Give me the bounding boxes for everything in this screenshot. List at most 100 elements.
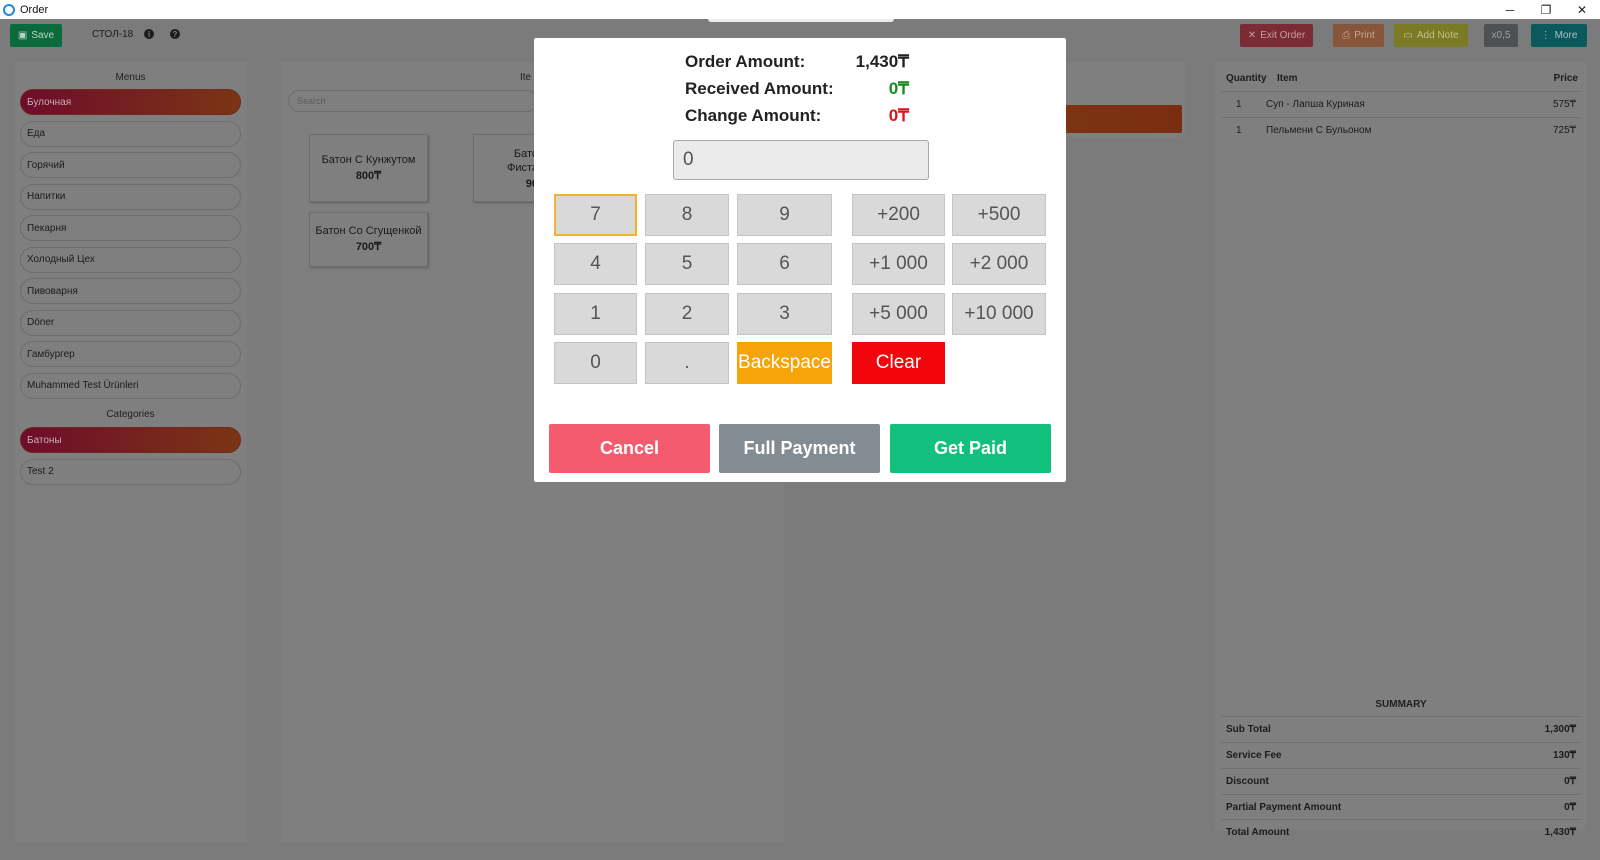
product-name: Бато Фиста: [506, 148, 538, 174]
received-amount-value: 0₸: [888, 79, 909, 98]
summary-value: 1,300₸: [1544, 724, 1576, 735]
print-label: Print: [1354, 30, 1375, 41]
key-2[interactable]: 2: [645, 293, 729, 335]
key-3[interactable]: 3: [737, 293, 832, 335]
summary-label: Total Amount: [1226, 827, 1290, 838]
product-name: Батон С Кунжутом: [321, 154, 416, 166]
add-5000-button[interactable]: +5 000: [852, 293, 945, 335]
order-qty: 1: [1236, 125, 1242, 136]
add-2000-button[interactable]: +2 000: [952, 243, 1046, 285]
zoom-button[interactable]: x0,5: [1484, 24, 1518, 47]
help-icon[interactable]: ?: [170, 29, 180, 39]
add-200-button[interactable]: +200: [852, 194, 945, 236]
payment-modal: Order Amount: 1,430₸ Received Amount: 0₸…: [534, 38, 1066, 482]
x-icon: ✕: [1247, 30, 1257, 41]
more-button[interactable]: ⋮ More: [1531, 24, 1587, 47]
change-amount-value: 0₸: [888, 106, 909, 125]
key-1[interactable]: 1: [554, 293, 637, 335]
app-logo-icon: [3, 3, 15, 16]
price-header: Price: [1553, 73, 1578, 84]
minimize-button[interactable]: ─: [1492, 0, 1528, 19]
category-item[interactable]: Батоны: [20, 427, 241, 453]
summary-label: Sub Total: [1226, 724, 1271, 735]
save-icon: ▣: [17, 30, 28, 41]
exit-order-label: Exit Order: [1260, 30, 1306, 41]
order-row[interactable]: 1 Суп - Лапша Куриная 575₸: [1221, 91, 1581, 116]
window-controls: ─ ❐ ✕: [1492, 0, 1600, 19]
key-0[interactable]: 0: [554, 342, 637, 384]
items-title: Ite: [520, 72, 532, 83]
summary-value: 0₸: [1564, 776, 1576, 787]
order-panel: Quantity Item Price 1 Суп - Лапша Курина…: [1215, 62, 1587, 838]
search-input[interactable]: Search: [288, 90, 538, 112]
key-6[interactable]: 6: [737, 243, 832, 285]
menu-item[interactable]: Еда: [20, 120, 241, 147]
save-button[interactable]: ▣ Save: [10, 24, 62, 47]
product-name: Батон Со Сгущенкой: [315, 225, 422, 237]
clear-button[interactable]: Clear: [852, 342, 945, 384]
product-price: 800₸: [355, 170, 382, 182]
summary-row: Total Amount 1,430₸: [1221, 819, 1581, 838]
print-button[interactable]: ⎙ Print: [1333, 24, 1384, 47]
window-title: Order: [20, 3, 49, 16]
order-item-price: 725₸: [1552, 125, 1576, 136]
info-icon[interactable]: i: [144, 29, 154, 39]
restore-button[interactable]: ❐: [1528, 0, 1564, 19]
menu-item[interactable]: Muhammed Test Ürünleri: [20, 372, 241, 399]
backspace-button[interactable]: Backspace: [737, 342, 832, 384]
menus-title: Menus: [115, 72, 146, 83]
categories-title: Categories: [106, 409, 155, 420]
summary-row: Sub Total 1,300₸: [1221, 716, 1581, 741]
key-4[interactable]: 4: [554, 243, 637, 285]
menu-item[interactable]: Гамбургер: [20, 341, 241, 367]
category-item[interactable]: Test 2: [20, 458, 241, 485]
close-window-button[interactable]: ✕: [1564, 0, 1600, 19]
menu-item[interactable]: Пекарня: [20, 215, 241, 241]
key-7[interactable]: 7: [554, 194, 637, 236]
table-name: СТОЛ-18: [92, 29, 134, 40]
full-payment-button[interactable]: Full Payment: [719, 424, 880, 473]
add-500-button[interactable]: +500: [952, 194, 1046, 236]
summary-value: 0₸: [1564, 802, 1576, 813]
add-1000-button[interactable]: +1 000: [852, 243, 945, 285]
payment-amount-input[interactable]: 0: [673, 140, 929, 180]
key-9[interactable]: 9: [737, 194, 832, 236]
summary-row: Partial Payment Amount 0₸: [1221, 794, 1581, 819]
zoom-label: x0,5: [1491, 30, 1511, 41]
key-8[interactable]: 8: [645, 194, 729, 236]
comment-icon: ▭: [1403, 30, 1413, 41]
summary-label: Discount: [1226, 776, 1269, 787]
exit-order-button[interactable]: ✕ Exit Order: [1240, 24, 1313, 47]
menu-item[interactable]: Напитки: [20, 183, 241, 210]
order-row[interactable]: 1 Пельмени С Бульоном 725₸: [1221, 117, 1581, 142]
product-card[interactable]: Бато Фиста 90: [473, 134, 543, 202]
title-bar: Order ─ ❐ ✕: [0, 0, 1600, 19]
category-list: Батоны Test 2: [20, 427, 241, 490]
summary-row: Discount 0₸: [1221, 768, 1581, 793]
menu-item[interactable]: Пивоварня: [20, 278, 241, 304]
key-5[interactable]: 5: [645, 243, 729, 285]
product-price: 700₸: [355, 241, 382, 253]
add-10000-button[interactable]: +10 000: [952, 293, 1046, 335]
quantity-header: Quantity: [1226, 73, 1267, 84]
save-label: Save: [31, 30, 55, 41]
menu-item[interactable]: Булочная: [20, 89, 241, 115]
key-dot[interactable]: .: [645, 342, 729, 384]
product-card[interactable]: Батон Со Сгущенкой 700₸: [309, 212, 428, 267]
change-amount-label: Change Amount:: [685, 106, 822, 125]
order-item-price: 575₸: [1552, 99, 1576, 110]
order-item-name: Пельмени С Бульоном: [1266, 125, 1372, 136]
menu-item[interactable]: Döner: [20, 309, 241, 336]
kebab-icon: ⋮: [1540, 30, 1551, 41]
order-amount-label: Order Amount:: [685, 52, 806, 71]
menu-item[interactable]: Холодный Цех: [20, 246, 241, 273]
order-item-name: Суп - Лапша Куриная: [1266, 99, 1365, 110]
more-label: More: [1554, 30, 1578, 41]
product-card[interactable]: Батон С Кунжутом 800₸: [309, 134, 428, 202]
menu-item[interactable]: Горячий: [20, 152, 241, 178]
order-qty: 1: [1236, 99, 1242, 110]
add-note-button[interactable]: ▭ Add Note: [1394, 24, 1468, 47]
printer-icon: ⎙: [1342, 30, 1351, 41]
cancel-button[interactable]: Cancel: [549, 424, 710, 473]
get-paid-button[interactable]: Get Paid: [890, 424, 1051, 473]
